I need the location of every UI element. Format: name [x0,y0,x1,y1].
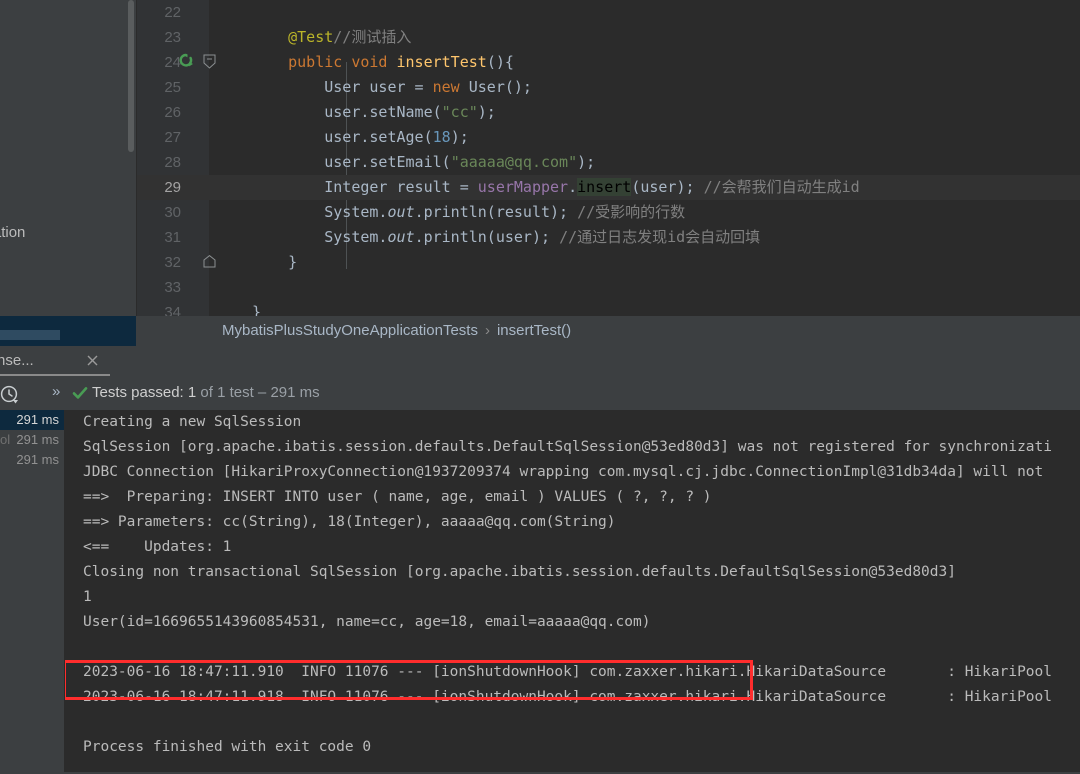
code-text: System.out.println(user); //通过日志发现id会自动回… [252,228,761,246]
test-status-text: Tests passed: 1 of 1 test – 291 ms [92,376,320,410]
breadcrumb-separator-icon: › [484,322,490,339]
tests-passed-detail: of 1 test – 291 ms [196,384,320,401]
test-tree-row[interactable]: 291 ms [0,410,64,430]
console-line: SqlSession [org.apache.ibatis.session.de… [83,439,1053,455]
breadcrumb: MybatisPlusStudyOneApplicationTests › inse… [222,316,571,346]
line-number: 26 [164,104,181,121]
highlight-annotation-box [65,660,753,700]
line-number: 25 [164,79,181,96]
ide-window: pplication [0,0,1080,774]
close-icon[interactable] [85,353,100,368]
run-tab-label: ests.inse... [0,352,34,369]
code-text: public void insertTest(){ [288,53,514,71]
line-number: 28 [164,154,181,171]
test-status-row: » Tests passed: 1 of 1 test – 291 ms [0,376,1080,410]
code-text: User user = new User(); [252,78,532,96]
left-tool-window-label: pplication [0,224,26,241]
line-number: 27 [164,129,181,146]
line-number: 24 [164,54,181,71]
code-line[interactable]: 31 System.out.println(user); //通过日志发现id会… [137,225,1080,250]
left-tool-window: pplication [0,0,134,316]
code-text: user.setName("cc"); [252,103,496,121]
code-line[interactable]: 24 public void insertTest(){ [137,50,1080,75]
code-text: @Test//测试插入 [288,28,412,46]
console-line: Creating a new SqlSession [83,414,302,430]
breadcrumb-bar: MybatisPlusStudyOneApplicationTests › inse… [0,316,1080,346]
run-tab[interactable]: ests.inse... [0,346,34,376]
tests-passed-label: Tests passed: [92,384,188,401]
test-tree-row-prefix: ol [0,432,11,447]
code-text: } [252,253,298,271]
line-number: 31 [164,229,181,246]
check-icon [72,385,88,401]
console-line: JDBC Connection [HikariProxyConnection@1… [83,464,1044,480]
console-line: ==> Parameters: cc(String), 18(Integer),… [83,514,616,530]
code-lines: 22 23 @Test//测试插入 24 public void insertTes… [137,0,1080,316]
console-line: Closing non transactional SqlSession [or… [83,564,956,580]
breadcrumb-left-panel [0,316,136,346]
code-text: user.setEmail("aaaaa@qq.com"); [252,153,596,171]
code-line[interactable]: 29 Integer result = userMapper.insert(us… [137,175,1080,200]
run-tool-window: ests.inse... » [0,346,1080,774]
line-number: 33 [164,279,181,296]
line-number: 30 [164,204,181,221]
console-line: <== Updates: 1 [83,539,232,555]
code-line[interactable]: 25 User user = new User(); [137,75,1080,100]
line-number: 29 [164,179,181,196]
code-line[interactable]: 22 [137,0,1080,25]
code-line[interactable]: 33 [137,275,1080,300]
code-line[interactable]: 34} [137,300,1080,316]
test-tree-row[interactable]: 291 ms [0,450,64,470]
tests-passed-count: 1 [187,384,197,401]
console-line: Process finished with exit code 0 [83,739,372,755]
console-line: ==> Preparing: INSERT INTO user ( name, … [83,489,712,505]
test-tree-timings: 291 ms ol 291 ms 291 ms [0,410,64,774]
editor-region: pplication [0,0,1080,316]
test-duration: 291 ms [16,432,59,447]
line-number: 32 [164,254,181,271]
code-editor[interactable]: 22 23 @Test//测试插入 24 public void insertTes… [137,0,1080,316]
run-tab-strip: ests.inse... [0,346,1080,376]
console-line: 1 [83,589,92,605]
test-history-icon[interactable] [0,384,22,406]
test-duration: 291 ms [16,412,59,427]
code-line[interactable]: 28 user.setEmail("aaaaa@qq.com"); [137,150,1080,175]
code-text: } [252,303,262,316]
code-text: user.setAge(18); [252,128,469,146]
left-tool-scrollbar[interactable] [128,0,134,152]
test-duration: 291 ms [16,452,59,467]
breadcrumb-method[interactable]: insertTest() [497,322,571,339]
breadcrumb-class[interactable]: MybatisPlusStudyOneApplicationTests [222,322,478,339]
code-line[interactable]: 30 System.out.println(result); //受影响的行数 [137,200,1080,225]
console-line: User(id=1669655143960854531, name=cc, ag… [83,614,651,630]
code-text: Integer result = userMapper.insert(user)… [252,178,860,196]
code-line[interactable]: 23 @Test//测试插入 [137,25,1080,50]
line-number: 22 [164,4,181,21]
line-number: 34 [164,304,181,316]
code-line[interactable]: 26 user.setName("cc"); [137,100,1080,125]
test-tree-row[interactable]: ol 291 ms [0,430,64,450]
code-text: System.out.println(result); //受影响的行数 [252,203,686,221]
expand-chevron-icon[interactable]: » [52,383,60,400]
line-number: 23 [164,29,181,46]
code-line[interactable]: 27 user.setAge(18); [137,125,1080,150]
code-line[interactable]: 32 } [137,250,1080,275]
console-output[interactable]: Creating a new SqlSession SqlSession [org… [65,410,1080,774]
breadcrumb-left-fill [0,330,60,340]
